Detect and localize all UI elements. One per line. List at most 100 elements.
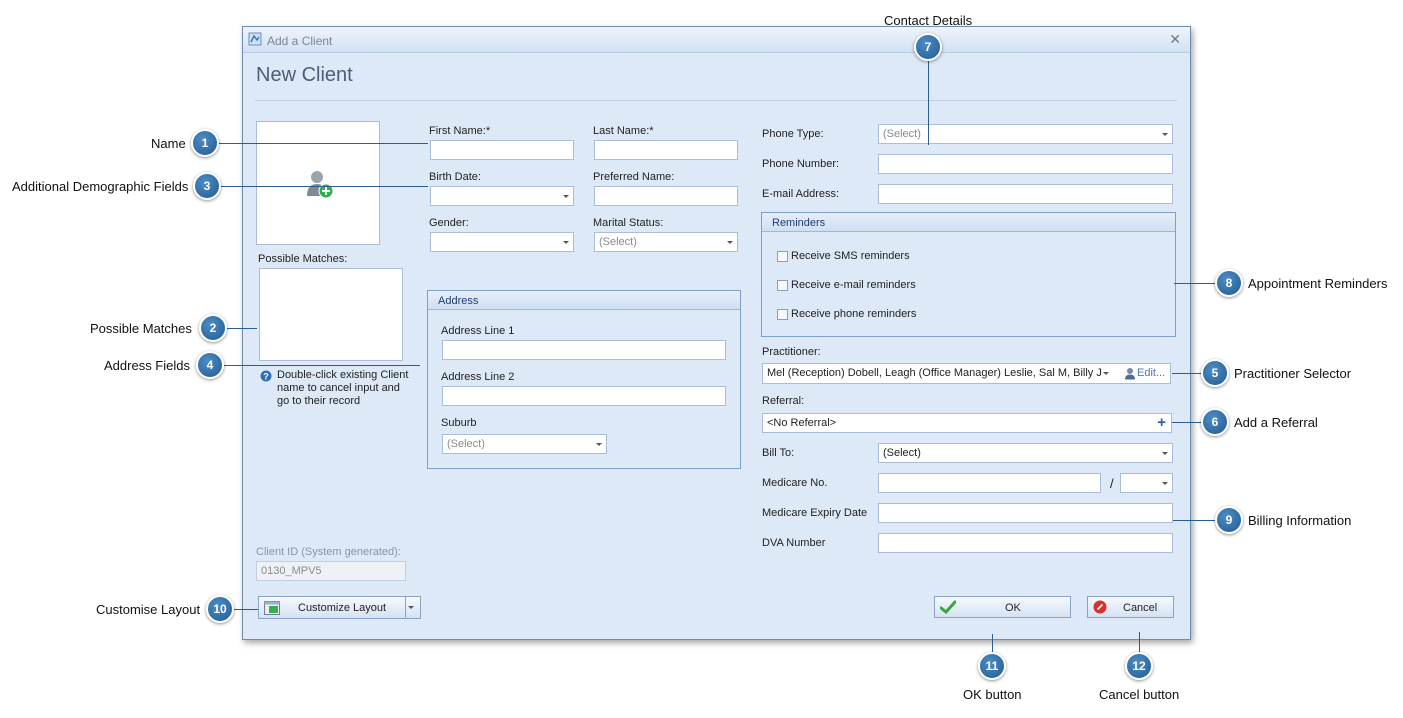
customize-layout-button[interactable]: Customize Layout xyxy=(258,596,421,619)
callout-7-badge: 7 xyxy=(914,33,942,61)
callout-4-badge: 4 xyxy=(196,351,224,379)
ok-button[interactable]: OK xyxy=(934,596,1071,618)
callout-3-line xyxy=(221,186,428,187)
gender-label: Gender: xyxy=(429,217,469,229)
medicare-no-label: Medicare No. xyxy=(762,477,828,489)
suburb-label: Suburb xyxy=(441,417,477,429)
callout-6-label: Add a Referral xyxy=(1234,415,1318,430)
phone-number-label: Phone Number: xyxy=(762,158,840,170)
birth-date-picker[interactable] xyxy=(430,186,574,206)
callout-2-label: Possible Matches xyxy=(90,321,192,336)
app-icon xyxy=(248,32,262,46)
gender-select[interactable] xyxy=(430,232,574,252)
chevron-down-icon[interactable] xyxy=(563,241,569,244)
chevron-down-icon[interactable] xyxy=(408,606,414,609)
medicare-irn-select[interactable] xyxy=(1120,473,1173,493)
address-line1-input[interactable] xyxy=(442,340,726,360)
chevron-down-icon[interactable] xyxy=(1162,452,1168,455)
callout-8-line xyxy=(1174,283,1216,284)
chevron-down-icon[interactable] xyxy=(1103,372,1109,375)
first-name-input[interactable] xyxy=(430,140,574,160)
medicare-no-input[interactable] xyxy=(878,473,1101,493)
phone-reminders-checkbox[interactable] xyxy=(777,309,788,320)
chevron-down-icon[interactable] xyxy=(563,195,569,198)
callout-1-badge: 1 xyxy=(191,129,219,157)
marital-status-select[interactable]: (Select) xyxy=(594,232,738,252)
address-line2-input[interactable] xyxy=(442,386,726,406)
practitioner-label: Practitioner: xyxy=(762,346,821,358)
client-id-label: Client ID (System generated): xyxy=(256,546,401,558)
page-title: New Client xyxy=(256,64,353,86)
phone-number-input[interactable] xyxy=(878,154,1173,174)
callout-8-badge: 8 xyxy=(1215,269,1243,297)
email-input[interactable] xyxy=(878,184,1173,204)
dva-number-input[interactable] xyxy=(878,533,1173,553)
possible-matches-hint: Double-click existing Client name to can… xyxy=(277,369,409,407)
sms-reminders-checkbox[interactable] xyxy=(777,251,788,262)
address-panel-header: Address xyxy=(428,291,740,310)
suburb-select[interactable]: (Select) xyxy=(442,434,607,454)
medicare-expiry-input[interactable] xyxy=(878,503,1173,523)
callout-10-label: Customise Layout xyxy=(96,602,201,617)
callout-6-badge: 6 xyxy=(1201,408,1229,436)
reminders-panel-header: Reminders xyxy=(762,213,1175,232)
chevron-down-icon[interactable] xyxy=(596,443,602,446)
callout-12-line xyxy=(1139,632,1140,653)
chevron-down-icon[interactable] xyxy=(727,241,733,244)
referral-input[interactable]: <No Referral> + xyxy=(762,413,1172,433)
close-icon[interactable]: ✕ xyxy=(1169,31,1181,48)
callout-2-line xyxy=(227,328,257,329)
bill-to-label: Bill To: xyxy=(762,447,795,459)
preferred-name-input[interactable] xyxy=(594,186,738,206)
callout-3-badge: 3 xyxy=(193,172,221,200)
callout-5-line xyxy=(1172,373,1202,374)
birth-date-label: Birth Date: xyxy=(429,171,481,183)
possible-matches-list[interactable] xyxy=(259,268,403,361)
cancel-icon xyxy=(1093,600,1107,614)
callout-9-label: Billing Information xyxy=(1248,513,1352,528)
callout-6-line xyxy=(1172,422,1202,423)
callout-12-badge: 12 xyxy=(1125,652,1153,680)
marital-status-label: Marital Status: xyxy=(593,217,664,229)
heading-divider xyxy=(255,100,1177,101)
callout-3-label: Additional Demographic Fields xyxy=(12,179,189,194)
callout-11-label: OK button xyxy=(963,687,1022,702)
add-person-icon xyxy=(307,171,334,199)
referral-label: Referral: xyxy=(762,395,805,407)
callout-5-badge: 5 xyxy=(1201,359,1229,387)
callout-9-line xyxy=(1173,520,1216,521)
phone-type-label: Phone Type: xyxy=(762,128,824,140)
title-bar[interactable]: Add a Client ✕ xyxy=(243,27,1190,53)
possible-matches-label: Possible Matches: xyxy=(258,253,348,265)
email-reminders-checkbox[interactable] xyxy=(777,280,788,291)
info-icon: ? xyxy=(260,370,272,382)
callout-7-label: Contact Details xyxy=(884,13,973,28)
last-name-input[interactable] xyxy=(594,140,738,160)
chevron-down-icon[interactable] xyxy=(1162,133,1168,136)
preferred-name-label: Preferred Name: xyxy=(593,171,675,183)
bill-to-select[interactable]: (Select) xyxy=(878,443,1173,463)
callout-7-line xyxy=(928,61,929,145)
chevron-down-icon[interactable] xyxy=(1162,482,1168,485)
callout-2-badge: 2 xyxy=(199,314,227,342)
add-referral-icon[interactable]: + xyxy=(1157,414,1166,431)
practitioner-selector[interactable]: Mel (Reception) Dobell, Leagh (Office Ma… xyxy=(762,363,1171,384)
cancel-button[interactable]: Cancel xyxy=(1087,596,1174,618)
callout-5-label: Practitioner Selector xyxy=(1234,366,1352,381)
medicare-separator: / xyxy=(1110,476,1114,491)
phone-type-select[interactable]: (Select) xyxy=(878,124,1173,144)
email-reminders-label: Receive e-mail reminders xyxy=(791,279,916,291)
client-photo-box[interactable] xyxy=(256,121,380,245)
phone-reminders-label: Receive phone reminders xyxy=(791,308,917,320)
window-title: Add a Client xyxy=(267,34,333,48)
callout-12-label: Cancel button xyxy=(1099,687,1180,702)
callout-10-badge: 10 xyxy=(206,595,234,623)
first-name-label: First Name:* xyxy=(429,125,491,137)
checkmark-icon xyxy=(940,600,956,614)
practitioner-edit-link[interactable]: Edit... xyxy=(1137,367,1165,379)
callout-11-line xyxy=(992,634,993,653)
callout-8-label: Appointment Reminders xyxy=(1248,276,1388,291)
person-icon[interactable] xyxy=(1125,367,1135,380)
callout-4-label: Address Fields xyxy=(104,358,190,373)
medicare-expiry-label: Medicare Expiry Date xyxy=(762,507,868,519)
